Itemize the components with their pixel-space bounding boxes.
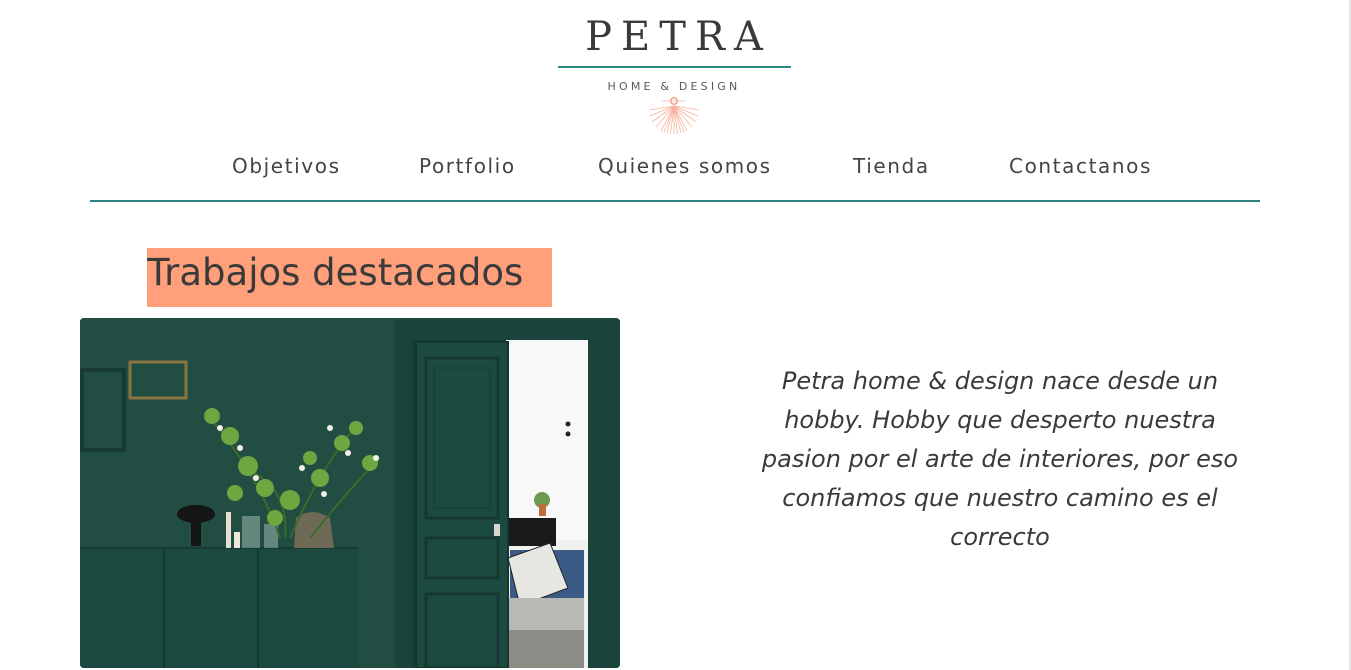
section-title: Trabajos destacados <box>147 248 552 307</box>
featured-work-image[interactable] <box>80 318 620 668</box>
nav-divider <box>90 200 1260 202</box>
brand-name: PETRA <box>585 14 772 60</box>
logo-divider <box>558 66 791 68</box>
interior-photo <box>80 318 620 668</box>
brand-logo[interactable]: PETRA HOME & DESIGN <box>556 0 792 140</box>
nav-item-tienda[interactable]: Tienda <box>853 153 930 179</box>
nav-item-portfolio[interactable]: Portfolio <box>419 153 516 179</box>
about-text: Petra home & design nace desde un hobby.… <box>761 367 1239 551</box>
sunburst-icon <box>648 97 700 135</box>
nav-item-objetivos[interactable]: Objetivos <box>232 153 341 179</box>
nav-item-contactanos[interactable]: Contactanos <box>1009 153 1152 179</box>
nav-item-quienes-somos[interactable]: Quienes somos <box>598 153 772 179</box>
main-nav: Objetivos Portfolio Quienes somos Tienda… <box>90 140 1260 202</box>
